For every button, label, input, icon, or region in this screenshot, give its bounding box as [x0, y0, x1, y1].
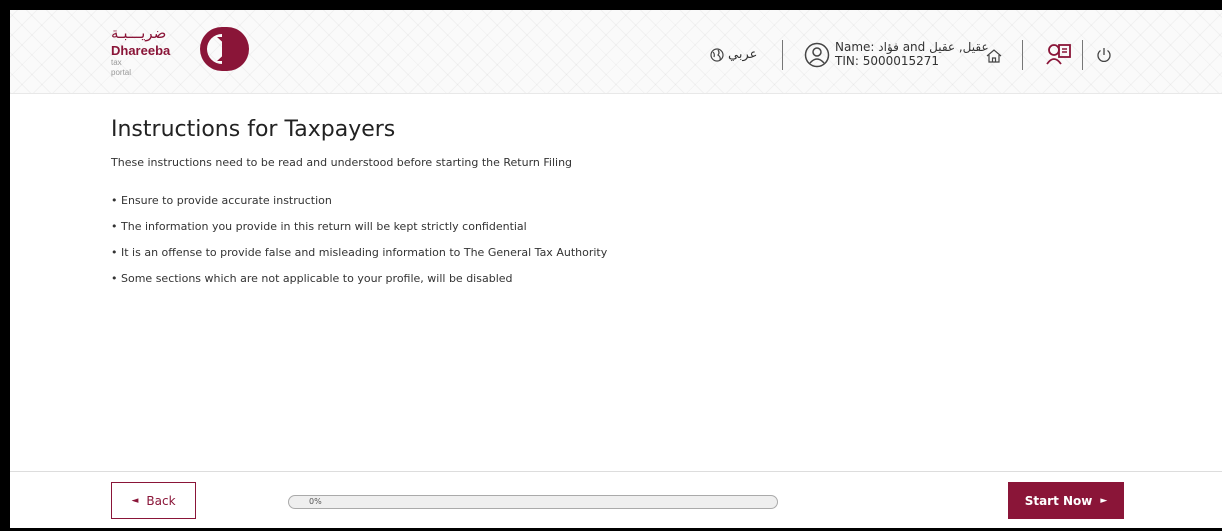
page-subtitle: These instructions need to be read and u… — [111, 156, 573, 169]
home-icon[interactable] — [985, 47, 1003, 65]
page-title: Instructions for Taxpayers — [111, 117, 396, 142]
app-frame: ضريـــبـة Dhareeba tax portal عربي Name:… — [10, 10, 1222, 528]
instruction-list: Ensure to provide accurate instruction T… — [111, 193, 607, 297]
back-label: Back — [146, 493, 176, 508]
user-name: Name: فؤاد and عقيل, عقيل — [835, 40, 989, 54]
caret-left-icon: ◄ — [131, 495, 139, 506]
logo-name: Dhareeba — [111, 43, 171, 58]
logo-subtitle: tax portal — [111, 58, 132, 77]
power-icon[interactable] — [1095, 46, 1113, 64]
header: ضريـــبـة Dhareeba tax portal عربي Name:… — [10, 10, 1222, 94]
instruction-item: Ensure to provide accurate instruction — [111, 193, 607, 219]
logo-mark-icon — [200, 27, 249, 71]
divider — [1082, 40, 1083, 70]
language-toggle[interactable]: عربي — [728, 47, 757, 62]
instruction-item: It is an offense to provide false and mi… — [111, 245, 607, 271]
globe-icon[interactable] — [710, 48, 724, 62]
user-icon[interactable] — [804, 42, 830, 68]
logo-arabic: ضريـــبـة — [111, 24, 167, 42]
user-tin: TIN: 5000015271 — [835, 54, 940, 68]
instruction-item: The information you provide in this retu… — [111, 219, 607, 245]
back-button[interactable]: ◄ Back — [111, 482, 196, 519]
start-now-button[interactable]: Start Now ► — [1008, 482, 1124, 519]
progress-label: 0% — [309, 497, 322, 506]
footer: ◄ Back 0% Start Now ► — [10, 471, 1222, 528]
instruction-item: Some sections which are not applicable t… — [111, 271, 607, 297]
guide-icon[interactable] — [1046, 42, 1072, 66]
divider — [782, 40, 783, 70]
divider — [1022, 40, 1023, 70]
caret-right-icon: ► — [1100, 495, 1108, 506]
progress-bar: 0% — [288, 495, 778, 509]
start-label: Start Now — [1024, 493, 1093, 508]
